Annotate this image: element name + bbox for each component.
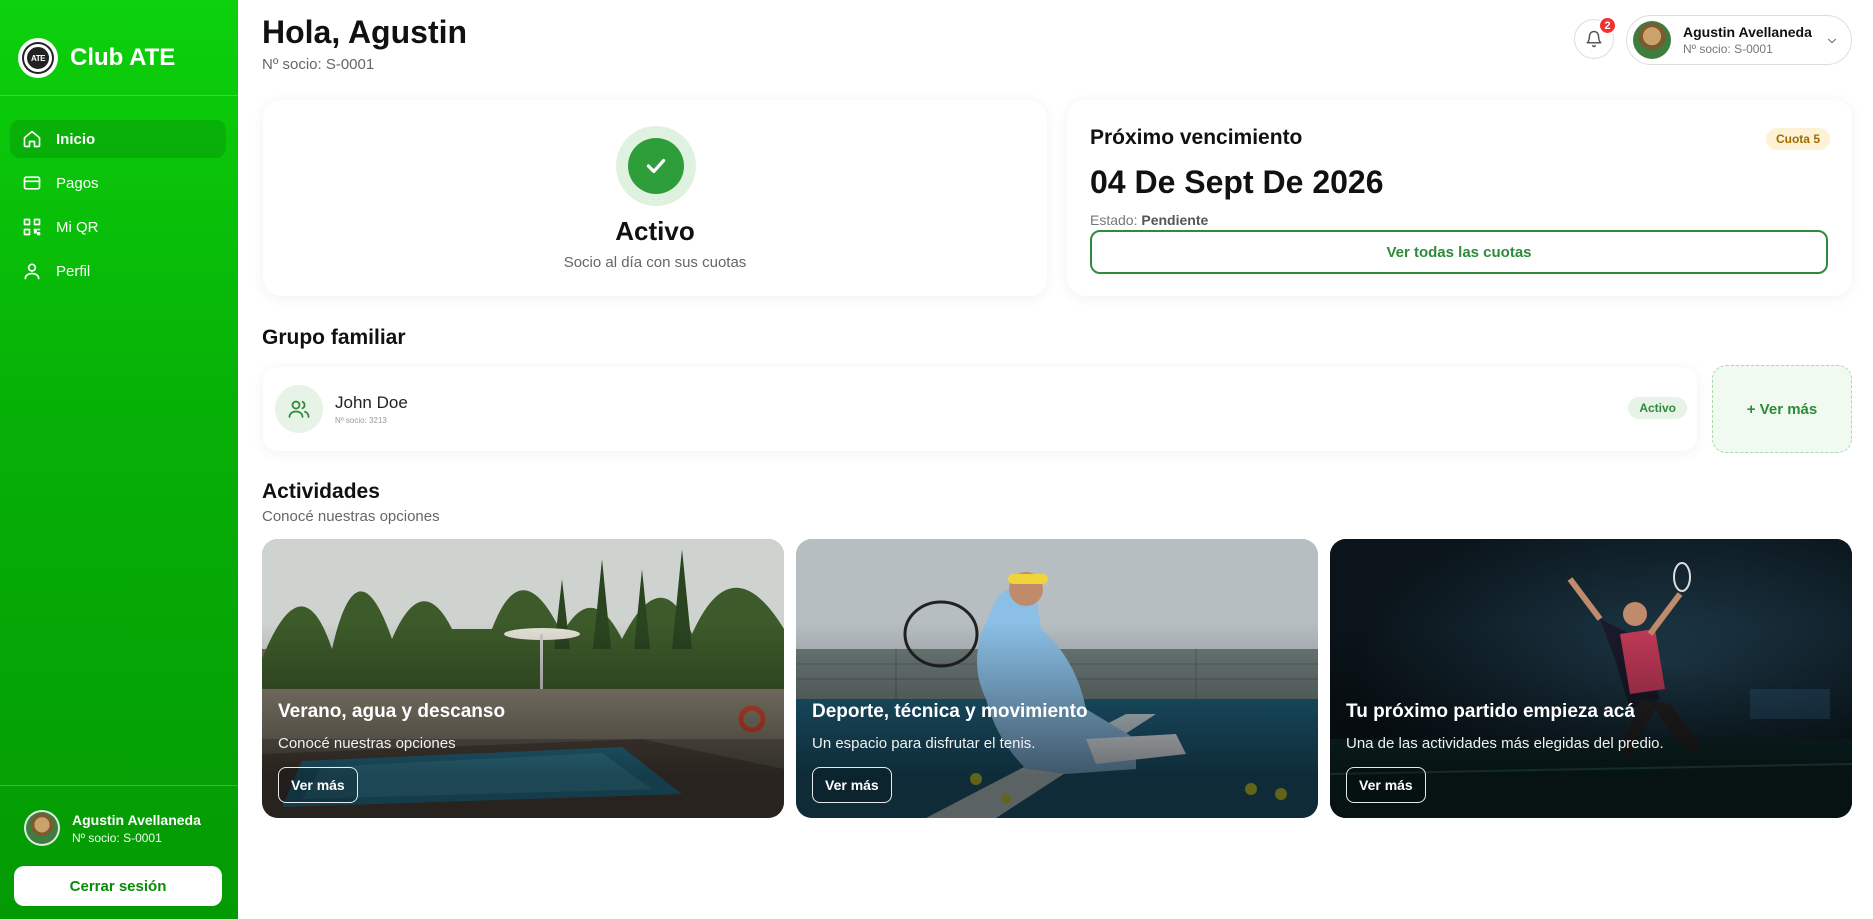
sidebar-divider: [0, 95, 238, 96]
cuota-badge: Cuota 5: [1765, 128, 1830, 150]
user-menu-name: Agustin Avellaneda: [1683, 24, 1812, 40]
activity-card-pool[interactable]: Verano, agua y descanso Conocé nuestras …: [262, 539, 784, 818]
club-logo-icon: ATE: [18, 38, 58, 78]
brand-name: Club ATE: [70, 44, 176, 71]
family-see-more-button[interactable]: + Ver más: [1712, 365, 1852, 453]
sidebar-nav: Inicio Pagos Mi QR Perfil: [10, 120, 226, 296]
activity-card-tennis[interactable]: Deporte, técnica y movimiento Un espacio…: [796, 539, 1318, 818]
sidebar-item-pagos[interactable]: Pagos: [10, 164, 226, 202]
user-menu[interactable]: Agustin Avellaneda Nº socio: S-0001: [1626, 15, 1852, 65]
sidebar-item-perfil[interactable]: Perfil: [10, 252, 226, 290]
home-icon: [23, 130, 41, 148]
sidebar-divider: [0, 785, 238, 786]
notification-count-badge: 2: [1598, 16, 1617, 35]
activity-subtitle: Una de las actividades más elegidas del …: [1346, 735, 1664, 752]
brand[interactable]: ATE Club ATE: [18, 38, 175, 78]
users-icon: [275, 385, 323, 433]
status-badge: Activo: [1628, 397, 1687, 419]
activity-card-badminton[interactable]: Tu próximo partido empieza acá Una de la…: [1330, 539, 1852, 818]
next-due-label: Próximo vencimiento: [1090, 126, 1303, 149]
view-all-installments-button[interactable]: Ver todas las cuotas: [1090, 230, 1828, 274]
activity-subtitle: Un espacio para disfrutar el tenis.: [812, 735, 1036, 752]
family-member-row[interactable]: John Doe Nº socio: 3213 Activo: [263, 367, 1697, 451]
activities-section-title: Actividades: [262, 480, 380, 503]
activity-see-more-button[interactable]: Ver más: [812, 767, 892, 803]
page-title: Hola, Agustin: [262, 14, 468, 50]
sidebar-item-mi-qr[interactable]: Mi QR: [10, 208, 226, 246]
avatar: [24, 810, 60, 846]
sidebar-user-socio: Nº socio: S-0001: [72, 830, 162, 845]
due-state: Estado: Pendiente: [1090, 212, 1208, 228]
status-subtitle: Socio al día con sus cuotas: [563, 254, 747, 271]
notifications-button[interactable]: 2: [1574, 16, 1617, 59]
logo-text: ATE: [31, 53, 45, 63]
sidebar-item-label: Inicio: [56, 130, 96, 148]
activity-subtitle: Conocé nuestras opciones: [278, 735, 456, 752]
activity-title: Verano, agua y descanso: [278, 701, 506, 722]
activity-see-more-button[interactable]: Ver más: [1346, 767, 1426, 803]
sidebar: ATE Club ATE Inicio Pagos Mi QR Perfil A…: [0, 0, 238, 919]
qr-code-icon: [23, 218, 41, 236]
family-section-title: Grupo familiar: [262, 326, 406, 349]
sidebar-item-label: Mi QR: [56, 218, 99, 236]
credit-card-icon: [23, 176, 41, 190]
user-menu-socio: Nº socio: S-0001: [1683, 42, 1773, 56]
user-icon: [24, 263, 40, 280]
avatar: [1633, 21, 1671, 59]
logout-button[interactable]: Cerrar sesión: [14, 866, 222, 906]
chevron-down-icon: [1827, 38, 1837, 44]
activity-title: Deporte, técnica y movimiento: [812, 701, 1088, 722]
activities-section-subtitle: Conocé nuestras opciones: [262, 508, 440, 525]
next-due-date: 04 De Sept De 2026: [1090, 164, 1384, 200]
family-member-socio: Nº socio: 3213: [335, 416, 387, 425]
due-state-label: Estado:: [1090, 212, 1138, 228]
sidebar-item-label: Pagos: [56, 174, 99, 192]
activity-title: Tu próximo partido empieza acá: [1346, 701, 1635, 722]
sidebar-item-inicio[interactable]: Inicio: [10, 120, 226, 158]
due-state-value: Pendiente: [1141, 212, 1209, 228]
activity-see-more-button[interactable]: Ver más: [278, 767, 358, 803]
next-due-card: Próximo vencimiento Cuota 5 04 De Sept D…: [1067, 100, 1852, 296]
family-member-name: John Doe: [335, 393, 408, 412]
sidebar-user: Agustin Avellaneda Nº socio: S-0001: [24, 810, 201, 846]
status-title: Activo: [615, 216, 695, 246]
sidebar-user-name: Agustin Avellaneda: [72, 811, 201, 828]
membership-status-card: Activo Socio al día con sus cuotas: [263, 100, 1047, 296]
sidebar-item-label: Perfil: [56, 262, 91, 280]
status-check-icon: [616, 126, 696, 206]
header-socio: Nº socio: S-0001: [262, 56, 375, 73]
